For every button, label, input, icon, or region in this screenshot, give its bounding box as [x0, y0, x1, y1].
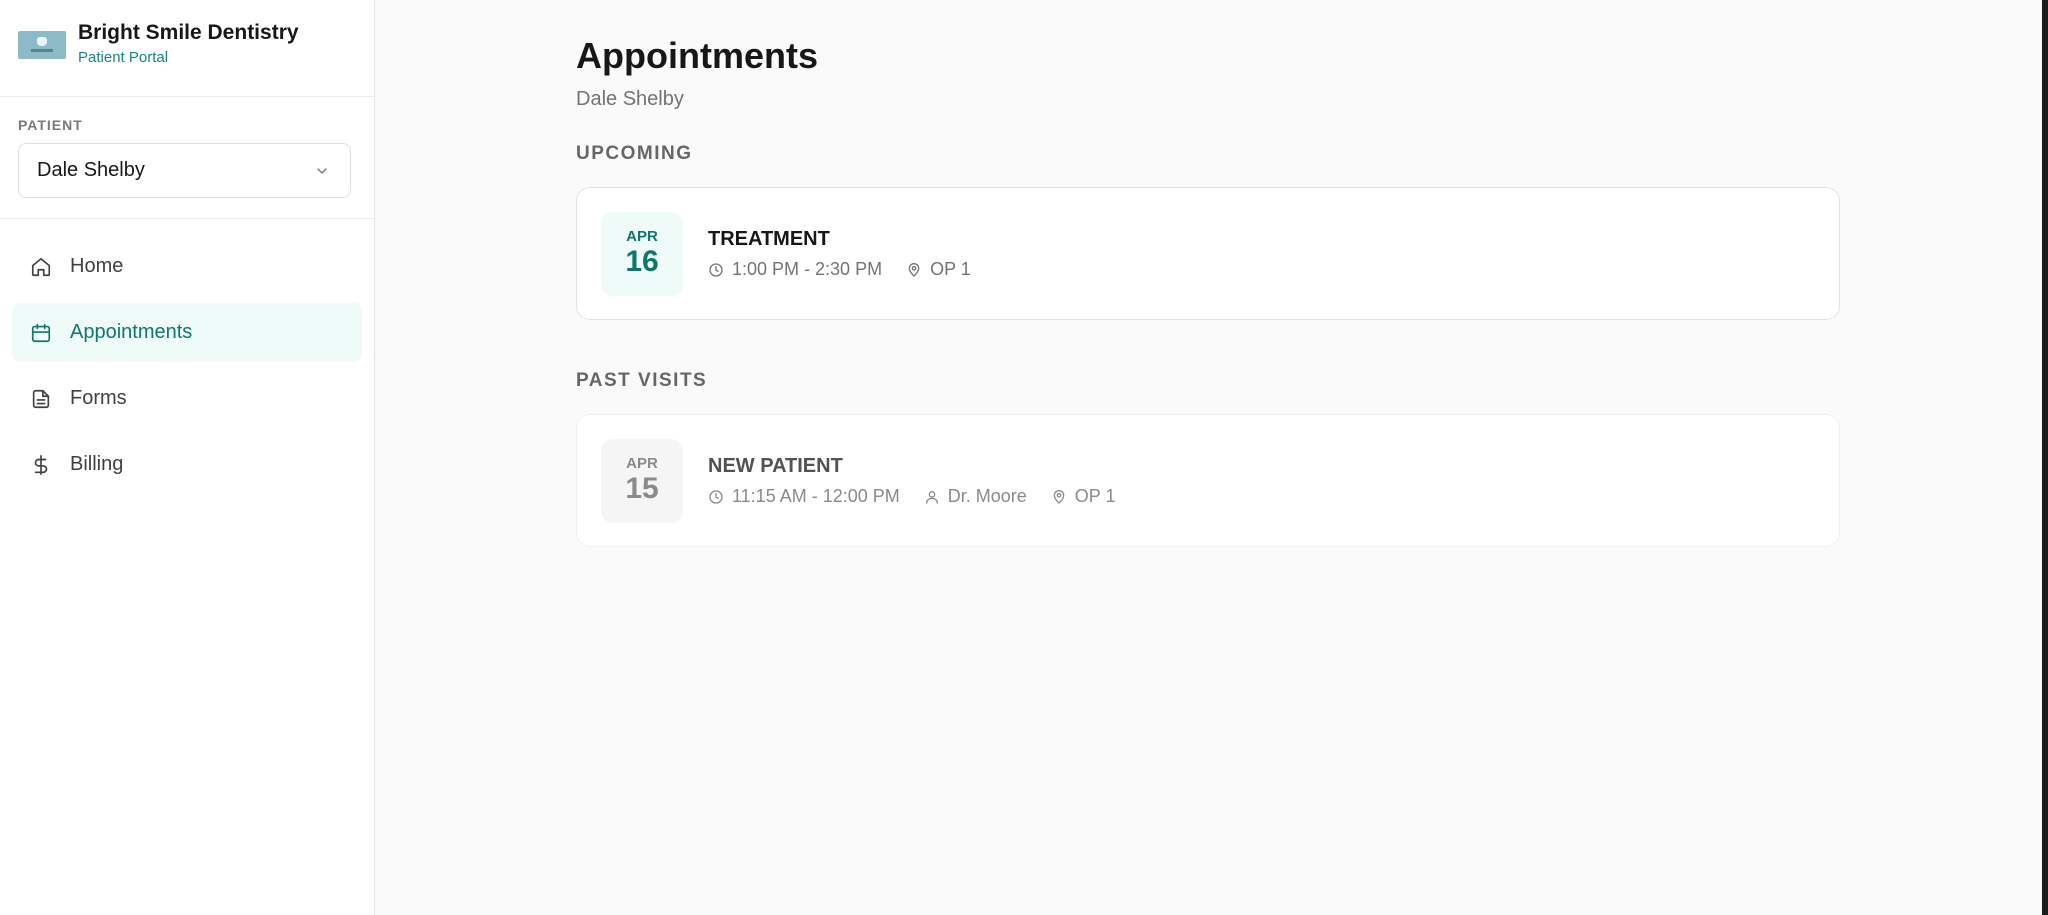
patient-label: PATIENT	[18, 117, 83, 133]
appointment-time-text: 11:15 AM - 12:00 PM	[732, 486, 900, 506]
date-day: 16	[625, 244, 659, 278]
portal-subtitle: Patient Portal	[78, 49, 169, 66]
map-pin-icon	[1053, 489, 1065, 504]
user-icon	[925, 490, 938, 504]
date-badge: APR 15	[601, 438, 683, 523]
appointment-location-text: OP 1	[930, 259, 971, 279]
date-badge: APR 16	[601, 211, 683, 296]
sidebar-item-label: Forms	[70, 387, 127, 409]
map-pin-icon	[908, 262, 920, 277]
date-month: APR	[626, 227, 658, 245]
appointment-card-past[interactable]: APR 15 NEW PATIENT 11:15 AM - 12:00 PM D…	[576, 414, 1840, 547]
sidebar-item-label: Appointments	[70, 321, 193, 343]
document-icon	[32, 389, 50, 408]
appointment-card-upcoming[interactable]: APR 16 TREATMENT 1:00 PM - 2:30 PM OP 1	[576, 187, 1840, 320]
window-edge	[2042, 0, 2048, 915]
appointment-type: NEW PATIENT	[708, 455, 843, 477]
sidebar: Bright Smile Dentistry Patient Portal PA…	[0, 0, 375, 915]
sidebar-nav: Home Appointments Forms Billing	[0, 219, 374, 494]
appointment-location: OP 1	[906, 259, 971, 280]
sidebar-item-label: Billing	[70, 453, 124, 475]
clinic-name: Bright Smile Dentistry	[78, 21, 299, 44]
appointment-time: 11:15 AM - 12:00 PM	[708, 486, 900, 507]
sidebar-item-appointments[interactable]: Appointments	[12, 303, 362, 362]
appointment-provider: Dr. Moore	[924, 486, 1027, 507]
appointment-time-text: 1:00 PM - 2:30 PM	[732, 259, 883, 279]
sidebar-item-home[interactable]: Home	[12, 237, 362, 296]
clock-icon	[709, 262, 723, 277]
past-visits-heading: PAST VISITS	[576, 370, 708, 391]
sidebar-item-label: Home	[70, 255, 124, 277]
page-title: Appointments	[576, 35, 818, 76]
calendar-icon	[31, 323, 51, 342]
date-month: APR	[626, 454, 658, 472]
date-day: 15	[625, 471, 659, 505]
sidebar-item-billing[interactable]: Billing	[12, 435, 362, 494]
page-subtitle: Dale Shelby	[576, 88, 684, 110]
appointment-location: OP 1	[1051, 486, 1116, 507]
brand-header: Bright Smile Dentistry Patient Portal	[0, 0, 374, 97]
patient-select[interactable]: Dale Shelby	[18, 143, 351, 198]
home-icon	[31, 257, 51, 276]
appointment-location-text: OP 1	[1074, 486, 1116, 506]
sidebar-item-forms[interactable]: Forms	[12, 369, 362, 428]
dollar-icon	[34, 454, 48, 475]
appointment-provider-text: Dr. Moore	[947, 486, 1027, 506]
patient-select-value: Dale Shelby	[37, 159, 145, 181]
chevron-down-icon	[317, 167, 327, 174]
patient-selector-block: PATIENT Dale Shelby	[0, 97, 374, 219]
main-content: Appointments Dale Shelby UPCOMING APR 16…	[376, 0, 2048, 915]
clinic-logo	[18, 31, 66, 59]
appointment-time: 1:00 PM - 2:30 PM	[708, 259, 882, 280]
clock-icon	[709, 489, 723, 504]
appointment-type: TREATMENT	[708, 228, 830, 250]
upcoming-heading: UPCOMING	[576, 143, 693, 164]
